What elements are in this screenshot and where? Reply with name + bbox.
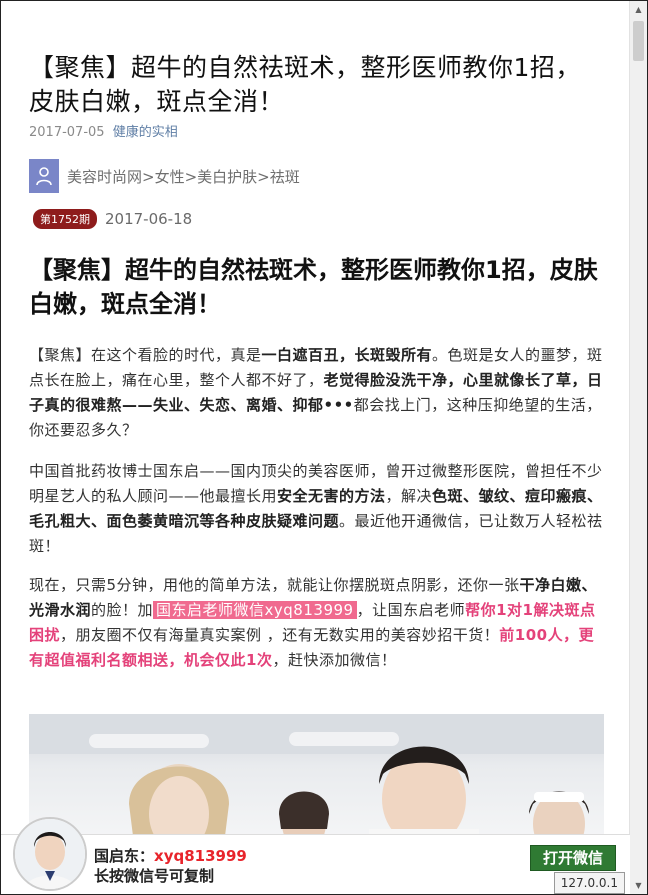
contact-line: 国启东：xyq813999 xyxy=(94,845,247,866)
issue-badge: 第1752期 xyxy=(33,209,97,229)
wechat-highlight[interactable]: 国东启老师微信xyq813999 xyxy=(153,601,357,619)
text: 现在，只需5分钟，用他的简单方法，就能让你摆脱斑点阴影，还你一张 xyxy=(29,576,520,594)
browser-window: 【聚焦】超牛的自然祛斑术，整形医师教你1招，皮肤白嫩，斑点全消！ 2017-07… xyxy=(0,0,648,895)
user-icon xyxy=(29,159,59,193)
status-url: 127.0.0.1 xyxy=(553,872,625,894)
wechat-bottom-bar: 国启东：xyq813999 长按微信号可复制 打开微信 xyxy=(1,817,630,894)
publish-date: 2017-07-05 xyxy=(29,125,105,140)
text: 的脸！加 xyxy=(91,601,154,619)
paragraph-3: 现在，只需5分钟，用他的简单方法，就能让你摆脱斑点阴影，还你一张干净白嫩、光滑水… xyxy=(29,573,604,673)
paragraph-1: 【聚焦】在这个看脸的时代，真是一白遮百丑，长斑毁所有。色斑是女人的噩梦，斑点长在… xyxy=(29,343,604,443)
doctors-photo xyxy=(29,714,604,844)
scrollbar-thumb[interactable] xyxy=(633,21,644,61)
vertical-scrollbar[interactable]: ▲ ▼ xyxy=(629,1,647,894)
text: ，朋友圈不仅有海量真实案例 ，还有无数实用的美容妙招干货！ xyxy=(60,626,500,644)
text: ，赶快添加微信！ xyxy=(272,651,397,669)
article-title: 【聚焦】超牛的自然祛斑术，整形医师教你1招，皮肤白嫩，斑点全消！ xyxy=(29,53,581,116)
text: ，让国东启老师 xyxy=(356,601,466,619)
bold-text: 安全无害的方法 xyxy=(277,487,386,505)
text: 【聚焦】在这个看脸的时代，真是 xyxy=(29,346,262,364)
issue-date: 2017-06-18 xyxy=(105,210,193,228)
copy-hint: 长按微信号可复制 xyxy=(94,867,215,885)
scroll-up-arrow-icon[interactable]: ▲ xyxy=(630,1,647,18)
account-link[interactable]: 健康的实相 xyxy=(113,125,178,140)
open-wechat-button[interactable]: 打开微信 xyxy=(530,845,616,871)
contact-name: 国启东： xyxy=(94,847,155,865)
headline: 【聚焦】超牛的自然祛斑术，整形医师教你1招，皮肤白嫩，斑点全消！ xyxy=(29,256,598,318)
doctor-avatar xyxy=(13,817,87,891)
bold-text: 一白遮百丑，长斑毁所有 xyxy=(261,346,433,364)
wechat-id[interactable]: xyq813999 xyxy=(154,847,247,865)
scroll-down-arrow-icon[interactable]: ▼ xyxy=(630,877,647,894)
paragraph-2: 中国首批药妆博士国东启——国内顶尖的美容医师，曾开过微整形医院，曾担任不少明星艺… xyxy=(29,459,604,559)
breadcrumb: 美容时尚网>女性>美白护肤>祛斑 xyxy=(29,159,300,193)
issue-row: 第1752期 2017-06-18 xyxy=(33,209,192,229)
article-meta: 2017-07-05 健康的实相 xyxy=(29,121,178,140)
text: ，解决 xyxy=(385,487,433,505)
breadcrumb-text[interactable]: 美容时尚网>女性>美白护肤>祛斑 xyxy=(67,166,300,187)
